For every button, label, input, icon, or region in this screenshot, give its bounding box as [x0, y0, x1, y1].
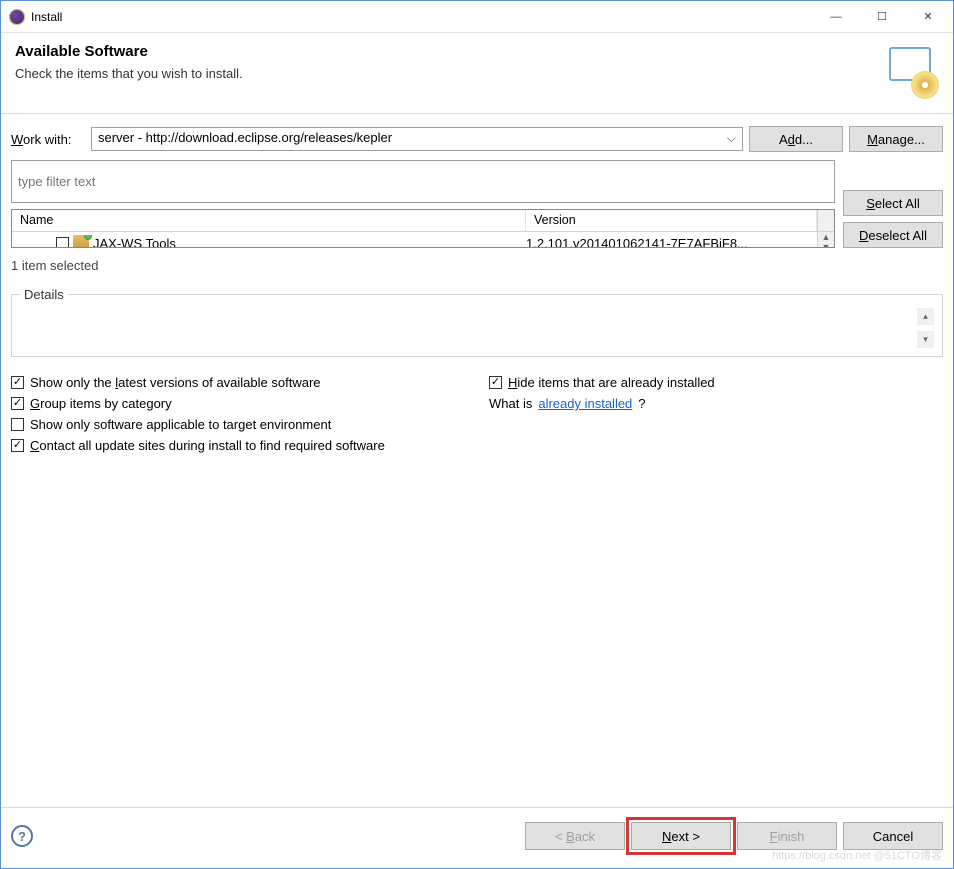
manage-button[interactable]: Manage...	[849, 126, 943, 152]
select-all-button[interactable]: Select All	[843, 190, 943, 216]
deselect-all-button[interactable]: Deselect All	[843, 222, 943, 248]
maximize-button[interactable]: ☐	[859, 2, 905, 32]
cancel-button[interactable]: Cancel	[843, 822, 943, 850]
details-text: ▴ ▾	[20, 308, 934, 348]
next-button[interactable]: Next >	[631, 822, 731, 850]
minimize-button[interactable]: —	[813, 2, 859, 32]
vertical-scrollbar[interactable]: ▲ ▼	[817, 232, 834, 247]
details-scrollbar[interactable]: ▴ ▾	[917, 308, 934, 348]
work-with-label: Work with:	[11, 132, 85, 147]
back-button[interactable]: < Back	[525, 822, 625, 850]
header: Available Software Check the items that …	[1, 33, 953, 114]
col-version[interactable]: Version	[526, 210, 817, 231]
details-scroll-down-icon[interactable]: ▾	[917, 331, 934, 348]
window-title: Install	[31, 10, 813, 24]
already-installed-link[interactable]: already installed	[538, 396, 632, 411]
what-is-installed: What is already installed?	[489, 396, 943, 411]
col-name[interactable]: Name	[12, 210, 526, 231]
opt-hide[interactable]: ✓Hide items that are already installed	[489, 375, 943, 390]
row-name: JAX-WS Tools	[93, 236, 176, 248]
eclipse-icon	[9, 9, 25, 25]
filter-input[interactable]	[11, 160, 835, 203]
opt-latest[interactable]: ✓Show only the latest versions of availa…	[11, 375, 465, 390]
close-button[interactable]: ✕	[905, 2, 951, 32]
work-with-row: Work with: server - http://download.ecli…	[11, 126, 943, 152]
page-subtitle: Check the items that you wish to install…	[15, 66, 243, 81]
help-icon[interactable]: ?	[11, 825, 33, 847]
window-buttons: — ☐ ✕	[813, 2, 951, 32]
details-label: Details	[20, 287, 68, 302]
finish-button[interactable]: Finish	[737, 822, 837, 850]
software-table: Name Version JAX-WS Tools 1.2.101.v201401…	[11, 209, 835, 248]
install-icon	[883, 43, 939, 99]
titlebar: Install — ☐ ✕	[1, 1, 953, 33]
footer: ? < Back Next > Finish Cancel	[1, 807, 953, 868]
details-group: Details ▴ ▾	[11, 287, 943, 357]
details-scroll-up-icon[interactable]: ▴	[917, 308, 934, 325]
add-button[interactable]: Add...	[749, 126, 843, 152]
table-row[interactable]: JAX-WS Tools 1.2.101.v201401062141-7E7AFB…	[12, 232, 834, 247]
opt-target-env[interactable]: Show only software applicable to target …	[11, 417, 465, 432]
opt-contact-sites[interactable]: ✓Contact all update sites during install…	[11, 438, 943, 453]
row-checkbox[interactable]	[56, 237, 69, 248]
page-title: Available Software	[15, 43, 243, 60]
scroll-down-icon[interactable]: ▼	[818, 242, 834, 247]
header-scroll-spacer	[817, 210, 834, 231]
package-icon	[73, 235, 89, 247]
scroll-up-icon[interactable]: ▲	[818, 232, 834, 242]
selection-status: 1 item selected	[11, 256, 943, 279]
row-version: 1.2.101.v201401062141-7E7AFBjF8...	[526, 236, 834, 248]
opt-group[interactable]: ✓Group items by category	[11, 396, 465, 411]
work-with-combo[interactable]: server - http://download.eclipse.org/rel…	[91, 127, 743, 151]
